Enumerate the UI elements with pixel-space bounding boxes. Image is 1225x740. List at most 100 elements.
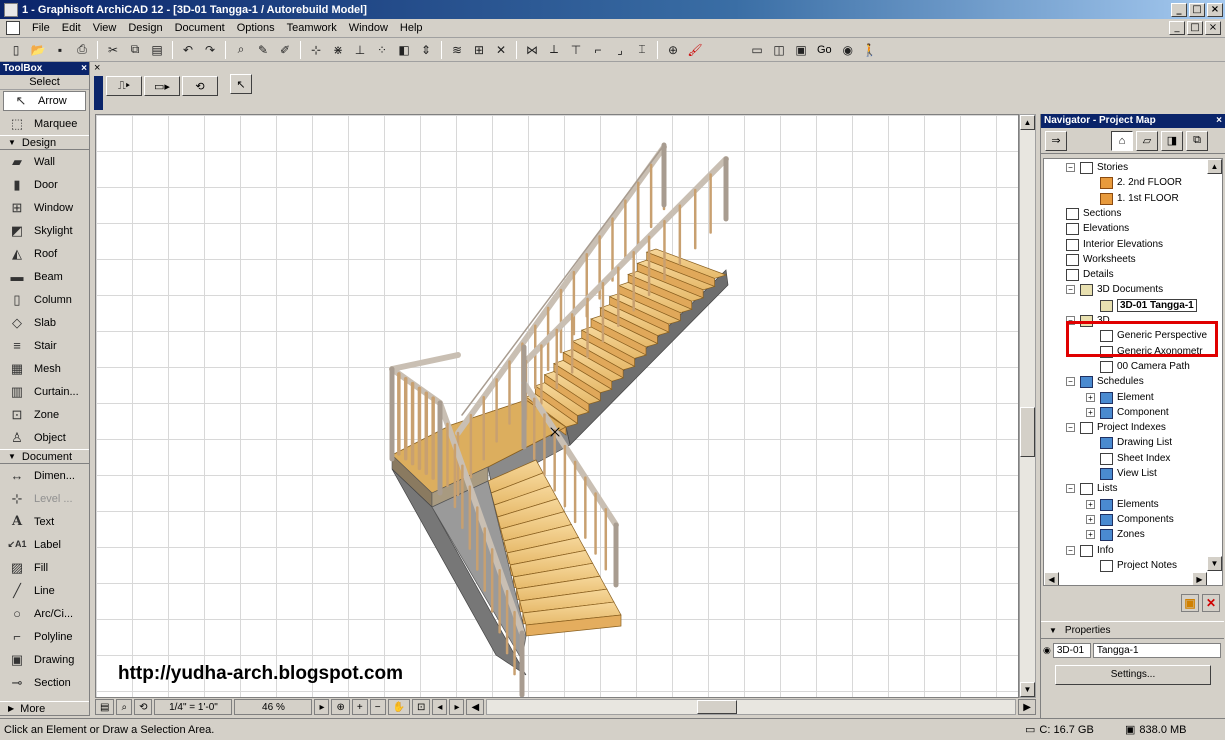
copy-icon[interactable]: ⧉ <box>125 40 145 60</box>
tool-slab[interactable]: ◇ Slab <box>0 311 89 334</box>
delete-icon[interactable]: ✕ <box>1202 594 1220 612</box>
zoom-window-icon[interactable]: ⌕ <box>116 699 133 715</box>
navigator-popup-icon[interactable]: ⇒ <box>1045 130 1067 151</box>
doc-minimize-button[interactable]: _ <box>1169 21 1185 35</box>
trace-close-icon[interactable]: ✕ <box>491 40 511 60</box>
document-control-icon[interactable] <box>6 21 20 35</box>
doc-close-button[interactable]: × <box>1205 21 1221 35</box>
tool-line[interactable]: ╱ Line <box>0 579 89 602</box>
tool-stair[interactable]: ≡ Stair <box>0 334 89 357</box>
print-icon[interactable]: ⎙ <box>72 40 92 60</box>
gravity-icon[interactable]: ⊥ <box>350 40 370 60</box>
document-group-header[interactable]: ▼ Document <box>0 449 89 464</box>
tool-wall[interactable]: ▰ Wall <box>0 150 89 173</box>
expand-icon[interactable]: + <box>1086 408 1095 417</box>
tree-scroll-down-icon[interactable]: ▼ <box>1207 556 1222 571</box>
tool-fill[interactable]: ▨ Fill <box>0 556 89 579</box>
minimize-button[interactable]: _ <box>1171 2 1187 17</box>
open-icon[interactable]: 📂 <box>28 40 48 60</box>
curtain-wall-edit-icon[interactable]: ⌶ <box>632 40 652 60</box>
canvas-vertical-scrollbar[interactable]: ▲ ▼ <box>1019 114 1036 698</box>
floor-plan-icon[interactable]: ▭ <box>747 40 767 60</box>
menu-design[interactable]: Design <box>122 22 168 34</box>
undo-icon[interactable]: ↶ <box>178 40 198 60</box>
tree-item[interactable]: − Stories <box>1066 160 1128 175</box>
expand-icon[interactable]: + <box>1086 515 1095 524</box>
zoom-in-window-icon[interactable]: ⊕ <box>331 699 350 715</box>
expand-icon[interactable]: + <box>1086 530 1095 539</box>
tree-item[interactable]: Interior Elevations <box>1066 237 1163 252</box>
tree-scroll-right-icon[interactable]: ▶ <box>1192 572 1207 585</box>
tree-item[interactable]: 1. 1st FLOOR <box>1100 191 1179 206</box>
new-folder-icon[interactable]: ▣ <box>1181 594 1199 612</box>
walk-icon[interactable]: 🚶 <box>860 40 880 60</box>
layers-icon[interactable]: ◧ <box>394 40 414 60</box>
inject-icon[interactable]: ✐ <box>275 40 295 60</box>
tool-dimension[interactable]: ↔ Dimen... <box>0 464 89 487</box>
scroll-down-icon[interactable]: ▼ <box>1020 682 1035 697</box>
tree-scroll-up-icon[interactable]: ▲ <box>1207 159 1222 174</box>
tool-zone[interactable]: ⊡ Zone <box>0 403 89 426</box>
solid-operations-icon[interactable]: ⊕ <box>663 40 683 60</box>
magic-wand-icon[interactable]: ⋇ <box>328 40 348 60</box>
intersect-icon[interactable]: ⌟ <box>610 40 630 60</box>
tree-item[interactable]: Details <box>1066 267 1114 282</box>
tool-object[interactable]: ♙ Object <box>0 426 89 449</box>
design-group-header[interactable]: ▼ Design <box>0 135 89 150</box>
tool-window[interactable]: ⊞ Window <box>0 196 89 219</box>
tool-roof[interactable]: ◭ Roof <box>0 242 89 265</box>
collapse-icon[interactable]: − <box>1066 377 1075 386</box>
section-window-icon[interactable]: ▣ <box>791 40 811 60</box>
tool-drawing[interactable]: ▣ Drawing <box>0 648 89 671</box>
info-box-close-icon[interactable]: × <box>94 62 100 74</box>
tree-item[interactable]: − Project Indexes <box>1066 420 1166 435</box>
collapse-icon[interactable]: − <box>1066 484 1075 493</box>
tree-item[interactable]: − 3D Documents <box>1066 282 1163 297</box>
find-select-icon[interactable]: ⌕ <box>231 40 251 60</box>
properties-header[interactable]: ▼ Properties <box>1041 621 1224 639</box>
trim-icon[interactable]: ⋈ <box>522 40 542 60</box>
tree-item[interactable]: Sheet Index <box>1100 451 1170 466</box>
tree-item[interactable]: Worksheets <box>1066 252 1136 267</box>
3d-document-canvas[interactable]: http://yudha-arch.blogspot.com <box>95 114 1019 698</box>
tree-item[interactable]: 3D-01 Tangga-1 <box>1100 298 1197 313</box>
scroll-left-icon[interactable]: ◀ <box>466 699 485 715</box>
tool-column[interactable]: ▯ Column <box>0 288 89 311</box>
collapse-icon[interactable]: − <box>1066 163 1075 172</box>
tool-arrow[interactable]: ↖ Arrow <box>3 91 86 111</box>
tool-level-dimension[interactable]: ⊹ Level ... <box>0 487 89 510</box>
project-map-icon[interactable]: ⌂ <box>1111 130 1133 151</box>
more-group-header[interactable]: ▶ More <box>0 701 89 716</box>
trace-reference-icon[interactable]: ⊞ <box>469 40 489 60</box>
tool-arc-circle[interactable]: ○ Arc/Ci... <box>0 602 89 625</box>
brush-icon[interactable]: 🖌 <box>685 40 705 60</box>
tool-curtain-wall[interactable]: ▥ Curtain... <box>0 380 89 403</box>
toolbox-close-icon[interactable]: × <box>81 62 87 75</box>
menu-help[interactable]: Help <box>394 22 429 34</box>
scroll-up-icon[interactable]: ▲ <box>1020 115 1035 130</box>
doc-restore-button[interactable]: □ <box>1187 21 1203 35</box>
paste-icon[interactable]: ▤ <box>147 40 167 60</box>
tool-skylight[interactable]: ◩ Skylight <box>0 219 89 242</box>
navigator-close-icon[interactable]: × <box>1216 114 1222 128</box>
rotate-icon[interactable]: ⟲ <box>182 76 218 96</box>
menu-edit[interactable]: Edit <box>56 22 87 34</box>
tree-item[interactable]: Sections <box>1066 206 1121 221</box>
layer-combination-icon[interactable]: ▤ <box>95 699 115 715</box>
maximize-button[interactable]: □ <box>1189 2 1205 17</box>
tool-door[interactable]: ▮ Door <box>0 173 89 196</box>
menu-options[interactable]: Options <box>231 22 281 34</box>
tree-item[interactable]: + Components <box>1086 512 1174 527</box>
toolbox-title-bar[interactable]: ToolBox × <box>0 62 89 75</box>
collapse-icon[interactable]: − <box>1066 285 1075 294</box>
zoom-in-icon[interactable]: + <box>351 699 368 715</box>
tree-item[interactable]: + Component <box>1086 405 1169 420</box>
stair-model-3d[interactable] <box>96 115 1019 698</box>
explore-icon[interactable]: ◉ <box>838 40 858 60</box>
tool-mesh[interactable]: ▦ Mesh <box>0 357 89 380</box>
tree-item[interactable]: + Elements <box>1086 497 1159 512</box>
collapse-icon[interactable]: − <box>1066 423 1075 432</box>
tree-item[interactable]: 2. 2nd FLOOR <box>1100 175 1182 190</box>
tool-text[interactable]: A Text <box>0 510 89 533</box>
rotation-method-icon[interactable]: ▭▸ <box>144 76 180 96</box>
